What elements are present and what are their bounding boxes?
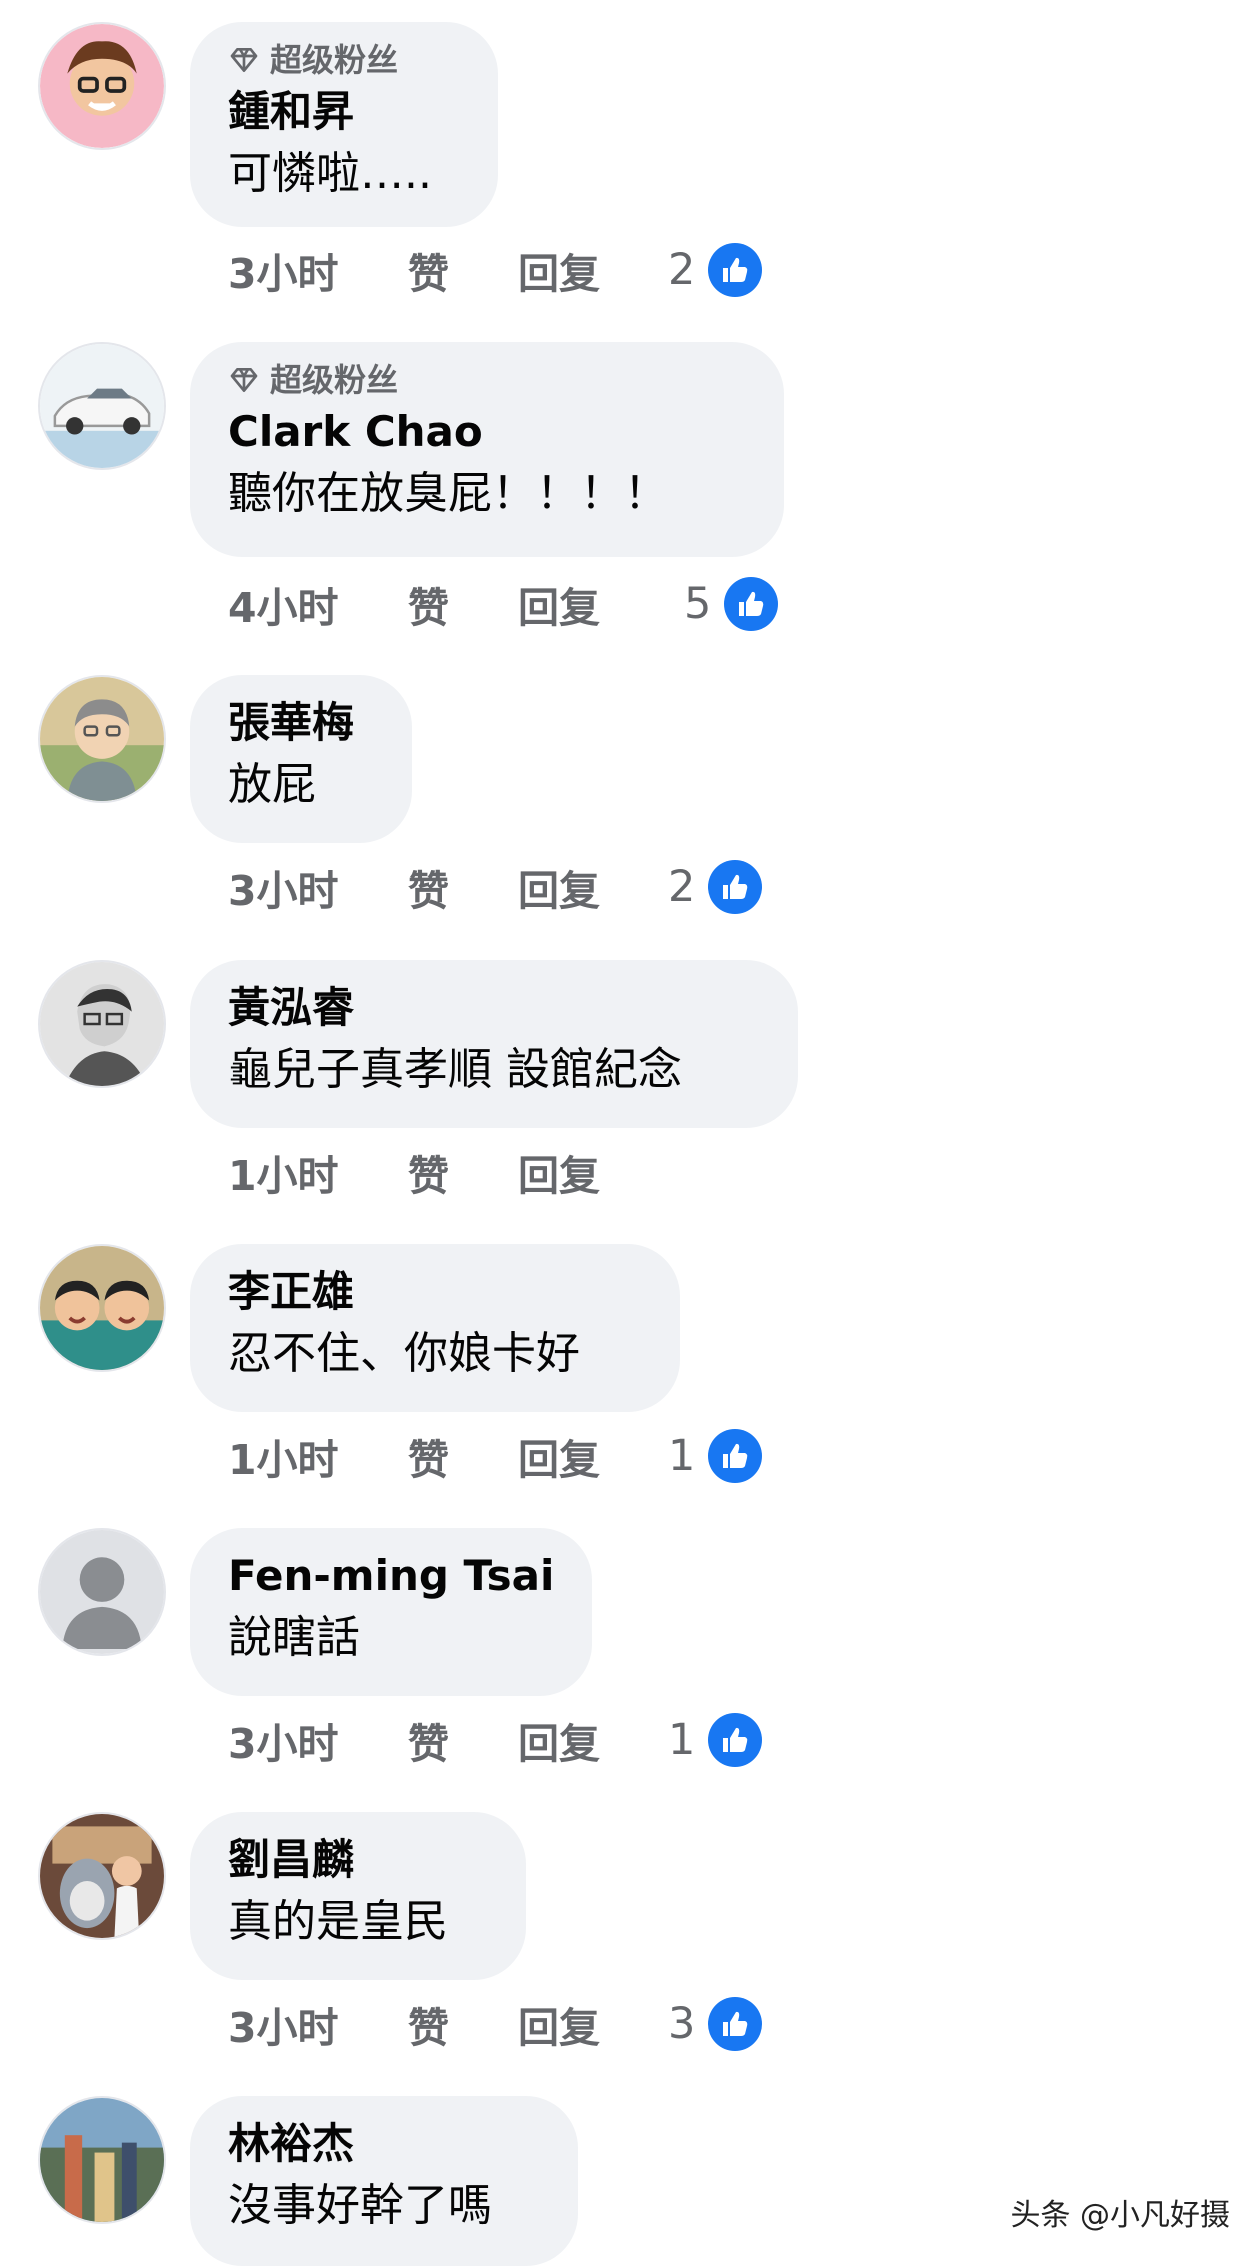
avatar[interactable]	[38, 342, 166, 470]
like-button[interactable]: 赞	[408, 1142, 518, 1202]
reply-button[interactable]: 回复	[518, 1426, 668, 1486]
comment-text: 可憐啦…..	[228, 148, 432, 199]
commenter-name[interactable]: 劉昌麟	[228, 1830, 486, 1890]
reply-button[interactable]: 回复	[518, 857, 668, 917]
comment-bubble: 超级粉丝 鍾和昇 可憐啦…..	[190, 22, 498, 227]
comment-actions: 3小时 赞 回复 2	[228, 857, 763, 917]
like-button[interactable]: 赞	[408, 857, 518, 917]
comment-bubble: 林裕杰 沒事好幹了嗎	[190, 2096, 578, 2266]
timestamp[interactable]: 3小时	[228, 857, 408, 917]
thumbs-up-icon	[724, 577, 779, 631]
commenter-name[interactable]: 李正雄	[228, 1262, 640, 1322]
badge-label: 超级粉丝	[270, 41, 399, 79]
commenter-name[interactable]: 林裕杰	[228, 2114, 538, 2174]
badge-label: 超级粉丝	[270, 361, 399, 399]
reaction-count[interactable]: 3	[668, 1996, 763, 2052]
avatar[interactable]	[38, 1528, 166, 1656]
thumbs-up-icon	[708, 1997, 763, 2051]
timestamp[interactable]: 1小时	[228, 1142, 408, 1202]
reaction-number: 1	[668, 1715, 696, 1765]
reply-button[interactable]: 回复	[518, 240, 668, 300]
diamond-icon	[230, 48, 258, 72]
comment-bubble: 黃泓睿 龜兒子真孝順 設館紀念	[190, 960, 798, 1128]
thumbs-up-icon	[708, 860, 763, 914]
reaction-count[interactable]: 1	[668, 1428, 763, 1484]
comment-text: 龜兒子真孝順 設館紀念	[228, 1044, 682, 1095]
commenter-name[interactable]: 張華梅	[228, 693, 372, 753]
thumbs-up-icon	[708, 1429, 763, 1483]
comment-actions: 3小时 赞 回复 2	[228, 240, 763, 300]
comment-text: 聽你在放臭屁！！！！	[228, 468, 668, 519]
commenter-name[interactable]: 鍾和昇	[228, 82, 458, 142]
reply-button[interactable]: 回复	[518, 1994, 668, 2054]
like-button[interactable]: 赞	[408, 574, 518, 634]
avatar[interactable]	[38, 1244, 166, 1372]
avatar[interactable]	[38, 1812, 166, 1940]
comment-text: 真的是皇民	[228, 1896, 448, 1947]
reaction-number: 2	[668, 862, 696, 912]
comment-actions: 3小时 赞 回复 3	[228, 1994, 763, 2054]
comment-text: 放屁	[228, 759, 316, 810]
like-button[interactable]: 赞	[408, 1710, 518, 1770]
comment-text: 沒事好幹了嗎	[228, 2180, 492, 2231]
reaction-count[interactable]: 2	[668, 859, 763, 915]
reaction-count[interactable]: 2	[668, 242, 763, 298]
super-fan-badge: 超级粉丝	[228, 360, 744, 400]
avatar[interactable]	[38, 2096, 166, 2224]
comment-actions: 3小时 赞 回复 1	[228, 1710, 763, 1770]
timestamp[interactable]: 3小时	[228, 1994, 408, 2054]
comment-bubble: 張華梅 放屁	[190, 675, 412, 843]
reaction-number: 5	[684, 579, 712, 629]
avatar[interactable]	[38, 960, 166, 1088]
diamond-icon	[230, 368, 258, 392]
timestamp[interactable]: 4小时	[228, 574, 408, 634]
thumbs-up-icon	[708, 1713, 763, 1767]
timestamp[interactable]: 1小时	[228, 1426, 408, 1486]
reaction-count[interactable]: 5	[684, 576, 779, 632]
reaction-number: 3	[668, 1999, 696, 2049]
like-button[interactable]: 赞	[408, 240, 518, 300]
commenter-name[interactable]: Clark Chao	[228, 402, 744, 462]
avatar[interactable]	[38, 22, 166, 150]
comment-actions: 1小时 赞 回复	[228, 1142, 668, 1202]
avatar[interactable]	[38, 675, 166, 803]
super-fan-badge: 超级粉丝	[228, 40, 458, 80]
like-button[interactable]: 赞	[408, 1994, 518, 2054]
timestamp[interactable]: 3小时	[228, 1710, 408, 1770]
reply-button[interactable]: 回复	[518, 574, 668, 634]
comment-actions: 4小时 赞 回复 5	[228, 574, 779, 634]
comment-bubble: Fen-ming Tsai 說瞎話	[190, 1528, 592, 1696]
reaction-count[interactable]: 1	[668, 1712, 763, 1768]
comment-text: 忍不住、你娘卡好	[228, 1328, 580, 1379]
timestamp[interactable]: 3小时	[228, 240, 408, 300]
commenter-name[interactable]: 黃泓睿	[228, 978, 758, 1038]
reaction-number: 2	[668, 245, 696, 295]
reply-button[interactable]: 回复	[518, 1710, 668, 1770]
thumbs-up-icon	[708, 243, 763, 297]
reaction-number: 1	[668, 1431, 696, 1481]
comment-bubble: 超级粉丝 Clark Chao 聽你在放臭屁！！！！	[190, 342, 784, 557]
comment-text: 說瞎話	[228, 1612, 360, 1663]
comment-bubble: 劉昌麟 真的是皇民	[190, 1812, 526, 1980]
commenter-name[interactable]: Fen-ming Tsai	[228, 1546, 554, 1606]
like-button[interactable]: 赞	[408, 1426, 518, 1486]
watermark: 头条 @小凡好摄	[1010, 2198, 1230, 2233]
reply-button[interactable]: 回复	[518, 1142, 668, 1202]
comment-actions: 1小时 赞 回复 1	[228, 1426, 763, 1486]
comment-bubble: 李正雄 忍不住、你娘卡好	[190, 1244, 680, 1412]
